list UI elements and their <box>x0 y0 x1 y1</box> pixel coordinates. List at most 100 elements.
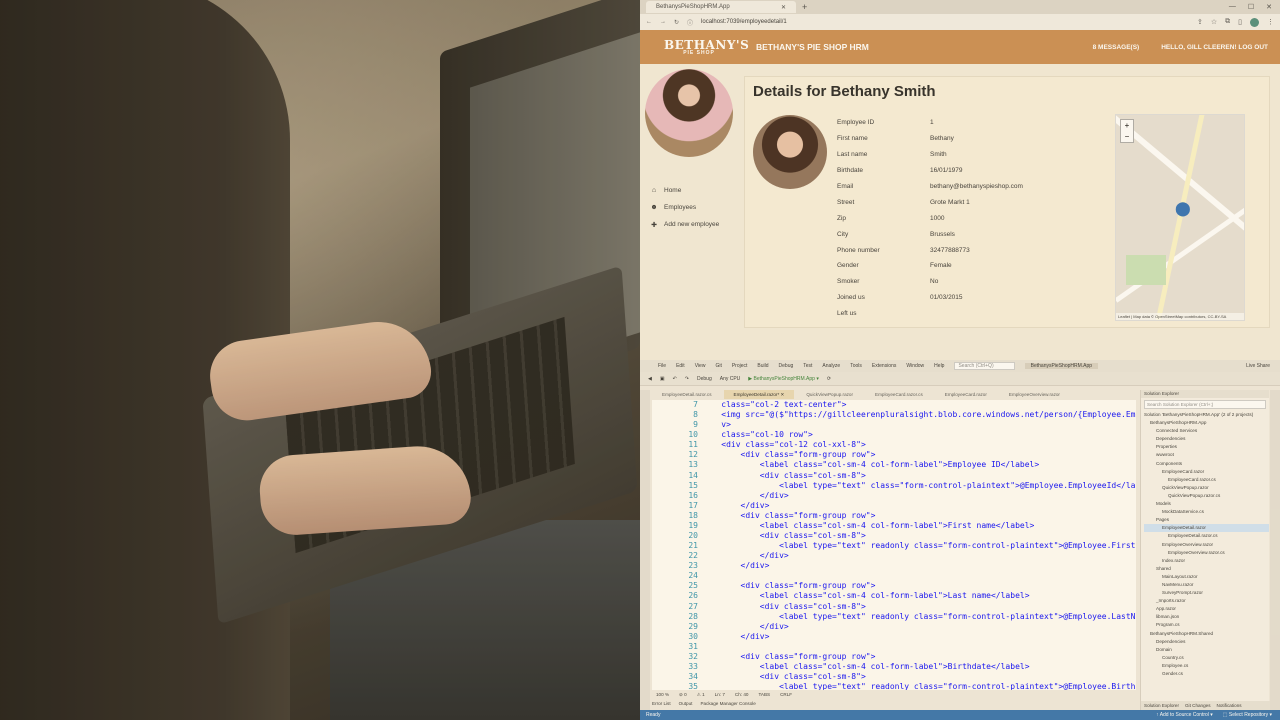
solution-tree-item[interactable]: EmployeeOverview.razor <box>1144 541 1269 549</box>
code-line[interactable] <box>702 642 1136 652</box>
error-count[interactable]: ⊘ 0 <box>679 692 687 698</box>
solution-tree-item[interactable]: Pages <box>1144 516 1269 524</box>
solution-tree-item[interactable]: EmployeeCard.razor.cs <box>1144 476 1269 484</box>
solution-tree-item[interactable]: NavMenu.razor <box>1144 581 1269 589</box>
solution-tree-item[interactable]: Gender.cs <box>1144 670 1269 678</box>
solution-tree-item[interactable]: QuickViewPopup.razor.cs <box>1144 492 1269 500</box>
forward-icon[interactable]: → <box>660 19 666 25</box>
code-line[interactable]: <div class="form-group row"> <box>702 581 1136 591</box>
menu-extensions[interactable]: Extensions <box>872 363 896 369</box>
solution-tree-item[interactable]: EmployeeDetail.razor <box>1144 524 1269 533</box>
editor-tab[interactable]: EmployeeCard.razor <box>935 390 997 399</box>
solution-tree-item[interactable]: MockDataService.cs <box>1144 508 1269 516</box>
solution-tree-item[interactable]: Shared <box>1144 565 1269 573</box>
code-line[interactable]: <img src="@($"https://gillcleerenplurals… <box>702 410 1136 420</box>
solution-tree-item[interactable]: Dependencies <box>1144 638 1269 646</box>
solution-tree-item[interactable]: BethanysPieShopHRM.App <box>1144 419 1269 427</box>
menu-tools[interactable]: Tools <box>850 363 862 369</box>
code-line[interactable]: <div class="form-group row"> <box>702 511 1136 521</box>
editor-tab[interactable]: EmployeeDetail.razor.cs <box>652 390 722 399</box>
code-line[interactable]: </div> <box>702 491 1136 501</box>
menu-test[interactable]: Test <box>803 363 812 369</box>
solution-tree-item[interactable]: App.razor <box>1144 605 1269 613</box>
solution-tree-item[interactable]: libman.json <box>1144 613 1269 621</box>
editor-tab[interactable]: EmployeeCard.razor.cs <box>865 390 933 399</box>
close-icon[interactable]: ✕ <box>781 4 786 11</box>
editor-tab[interactable]: EmployeeOverview.razor <box>999 390 1070 399</box>
back-icon[interactable]: ← <box>646 19 652 25</box>
code-line[interactable]: <label type="text" readonly class="form-… <box>702 541 1136 551</box>
browser-tab[interactable]: BethanysPieShopHRM.App ✕ <box>646 1 796 13</box>
app-logo[interactable]: BETHANY'S PIE SHOP <box>664 39 749 56</box>
solution-explorer-search[interactable]: Search Solution Explorer (Ctrl+;) <box>1144 400 1266 409</box>
platform-select[interactable]: Any CPU <box>720 376 741 382</box>
menu-project[interactable]: Project <box>732 363 748 369</box>
solution-tree-item[interactable]: Program.cs <box>1144 621 1269 629</box>
code-line[interactable]: <label type="text" class="form-control-p… <box>702 481 1136 491</box>
solution-tree-item[interactable]: Dependencies <box>1144 435 1269 443</box>
solution-tree-item[interactable]: EmployeeDetail.razor.cs <box>1144 532 1269 540</box>
tab-output[interactable]: Output <box>679 701 693 706</box>
star-icon[interactable]: ☆ <box>1211 18 1217 27</box>
code-line[interactable]: class="col-2 text-center"> <box>702 400 1136 410</box>
solution-tree-item[interactable]: _Imports.razor <box>1144 597 1269 605</box>
solution-tree-item[interactable]: Models <box>1144 500 1269 508</box>
code-line[interactable]: <div class="form-group row"> <box>702 450 1136 460</box>
menu-icon[interactable]: ⋮ <box>1267 18 1274 27</box>
refresh-icon[interactable]: ⟳ <box>827 376 831 382</box>
new-tab-icon[interactable]: + <box>802 2 807 12</box>
code-line[interactable]: v> <box>702 420 1136 430</box>
menu-edit[interactable]: Edit <box>676 363 685 369</box>
messages-link[interactable]: 8 MESSAGE(S) <box>1093 44 1140 51</box>
redo-icon[interactable]: ↷ <box>685 376 689 382</box>
code-line[interactable]: <label class="col-sm-4 col-form-label">L… <box>702 591 1136 601</box>
editor-tab-active[interactable]: EmployeeDetail.razor* ✕ <box>723 390 795 399</box>
code-line[interactable]: <div class="col-sm-8"> <box>702 602 1136 612</box>
menu-view[interactable]: View <box>695 363 706 369</box>
solution-tree-item[interactable]: wwwroot <box>1144 451 1269 459</box>
code-line[interactable]: class="col-10 row"> <box>702 430 1136 440</box>
solution-tree-item[interactable]: BethanysPieShopHRM.Shared <box>1144 630 1269 638</box>
tab-error-list[interactable]: Error List <box>652 701 671 706</box>
zoom-level[interactable]: 100 % <box>656 692 669 697</box>
config-select[interactable]: Debug <box>697 376 712 382</box>
live-share-button[interactable]: Live Share <box>1246 363 1270 369</box>
code-line[interactable]: </div> <box>702 551 1136 561</box>
solution-tree-item[interactable]: EmployeeOverview.razor.cs <box>1144 549 1269 557</box>
menu-help[interactable]: Help <box>934 363 944 369</box>
map-pin-icon[interactable]: ⬤ <box>1175 201 1191 215</box>
solution-tree-item[interactable]: Country.cs <box>1144 654 1269 662</box>
solution-tree-item[interactable]: QuickViewPopup.razor <box>1144 484 1269 492</box>
editor-tab[interactable]: QuickViewPopup.razor <box>796 390 863 399</box>
sidebar-item-employees[interactable]: ☻ Employees <box>650 199 735 216</box>
solution-tree-item[interactable]: Domain <box>1144 646 1269 654</box>
indent-mode[interactable]: TABS <box>758 692 770 697</box>
start-debugging-button[interactable]: ▶ BethanysPieShopHRM.App ▾ <box>748 376 819 382</box>
solution-tree-item[interactable]: SurveyPrompt.razor <box>1144 589 1269 597</box>
code-line[interactable]: <div class="col-sm-8"> <box>702 672 1136 682</box>
solution-tree-item[interactable]: Index.razor <box>1144 557 1269 565</box>
solution-tree-item[interactable]: Solution 'BethanysPieShopHRM.App' (2 of … <box>1144 411 1269 419</box>
sidebar-item-home[interactable]: ⌂ Home <box>650 182 735 199</box>
code-line[interactable]: <div class="form-group row"> <box>702 652 1136 662</box>
extensions-icon[interactable]: ⧉ <box>1225 18 1230 27</box>
tab-notifications[interactable]: Notifications <box>1217 703 1242 708</box>
code-line[interactable] <box>702 571 1136 581</box>
menu-window[interactable]: Window <box>906 363 924 369</box>
zoom-in-button[interactable]: + <box>1121 120 1133 131</box>
code-line[interactable]: <div class="col-12 col-xxl-8"> <box>702 440 1136 450</box>
code-line[interactable]: <label type="text" readonly class="form-… <box>702 682 1136 690</box>
solution-tree-item[interactable]: Properties <box>1144 443 1269 451</box>
solution-tree-item[interactable]: Employee.cs <box>1144 662 1269 670</box>
code-line[interactable]: <div class="col-sm-8"> <box>702 471 1136 481</box>
warning-count[interactable]: ⚠ 1 <box>697 692 705 698</box>
code-line[interactable]: </div> <box>702 622 1136 632</box>
tab-package-manager-console[interactable]: Package Manager Console <box>700 701 755 706</box>
zoom-out-button[interactable]: − <box>1121 131 1133 142</box>
add-to-source-control-button[interactable]: ↑ Add to Source Control ▾ <box>1156 712 1213 718</box>
code-line[interactable]: <div class="col-sm-8"> <box>702 531 1136 541</box>
code-line[interactable]: <label class="col-sm-4 col-form-label">E… <box>702 460 1136 470</box>
location-map[interactable]: + − ⬤ Leaflet | Map data © OpenStreetMap… <box>1115 114 1245 321</box>
minimize-icon[interactable]: — <box>1229 3 1236 11</box>
menu-build[interactable]: Build <box>757 363 768 369</box>
